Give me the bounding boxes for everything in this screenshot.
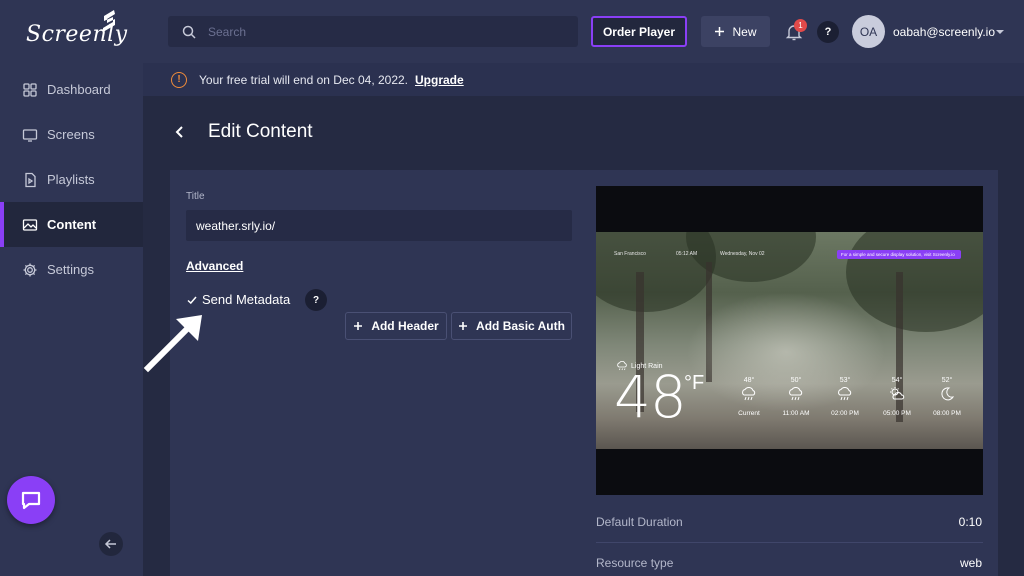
- order-player-button[interactable]: Order Player: [591, 16, 687, 47]
- preview-unit: °F: [684, 372, 705, 394]
- content-preview: San Francisco 05:12 AM Wednesday, Nov 02…: [596, 186, 983, 495]
- user-email[interactable]: oabah@screenly.io: [893, 25, 995, 39]
- default-duration-value: 0:10: [958, 515, 982, 529]
- top-bar: Order Player New 1 ? OA oabah@screenly.i…: [143, 0, 1024, 63]
- metadata-help-button[interactable]: ?: [305, 289, 327, 311]
- upgrade-link[interactable]: Upgrade: [415, 73, 464, 87]
- image-icon: [22, 217, 38, 233]
- help-button[interactable]: ?: [817, 21, 839, 43]
- logo-mark-icon: [103, 10, 115, 32]
- new-button-label: New: [732, 24, 757, 39]
- gear-icon: [22, 262, 38, 278]
- collapse-sidebar-button[interactable]: [99, 532, 123, 556]
- search-icon: [182, 25, 196, 39]
- forecast-label: 05:00 PM: [883, 410, 911, 417]
- new-button[interactable]: New: [701, 16, 770, 47]
- rain-icon: [789, 387, 803, 401]
- forecast-temp: 54°: [891, 377, 903, 384]
- sidebar-item-label: Playlists: [47, 172, 95, 187]
- sidebar-item-settings[interactable]: Settings: [0, 247, 143, 292]
- rain-icon: [742, 387, 756, 401]
- sidebar-item-label: Content: [47, 217, 97, 232]
- forecast-item: 54° 05:00 PM: [879, 377, 915, 417]
- divider: [596, 542, 983, 543]
- playlist-icon: [22, 172, 38, 188]
- sidebar: Screenly Dashboard Screens Playlists Con…: [0, 0, 143, 576]
- monitor-icon: [22, 127, 38, 143]
- resource-type-value: web: [959, 556, 982, 570]
- title-label: Title: [186, 191, 205, 202]
- checkmark-icon: [187, 296, 197, 304]
- forecast-label: 11:00 AM: [782, 410, 810, 417]
- forecast-item: 50° 11:00 AM: [778, 377, 814, 417]
- rain-icon: [838, 387, 852, 401]
- forecast-temp: 48°: [743, 377, 755, 384]
- forecast-temp: 53°: [839, 377, 851, 384]
- partly-cloudy-icon: [890, 387, 905, 400]
- warning-icon: !: [171, 71, 187, 88]
- sidebar-item-label: Screens: [47, 127, 95, 142]
- back-chevron-icon[interactable]: [170, 121, 190, 143]
- moon-icon: [941, 387, 955, 401]
- add-auth-label: Add Basic Auth: [476, 319, 565, 333]
- send-metadata-label: Send Metadata: [202, 292, 291, 307]
- title-input[interactable]: [186, 210, 572, 241]
- preview-date: Wednesday, Nov 02: [720, 251, 765, 257]
- plus-icon: [459, 322, 468, 330]
- sidebar-nav: Dashboard Screens Playlists Content Sett…: [0, 67, 143, 292]
- sidebar-item-playlists[interactable]: Playlists: [0, 157, 143, 202]
- forecast-label: 08:00 PM: [933, 410, 961, 417]
- forecast-item: 53° 02:00 PM: [827, 377, 863, 417]
- page-title: Edit Content: [208, 121, 313, 142]
- plus-icon: [354, 322, 363, 330]
- pointer-arrow-icon: [143, 315, 202, 373]
- arrow-left-icon: [104, 539, 116, 549]
- forecast-item: 48° Current: [731, 377, 767, 417]
- forecast-temp: 52°: [941, 377, 953, 384]
- send-metadata-checkbox[interactable]: Send Metadata: [186, 292, 290, 307]
- forecast-label: Current: [738, 410, 760, 417]
- preview-time: 05:12 AM: [676, 251, 698, 257]
- forecast-label: 02:00 PM: [831, 410, 859, 417]
- sidebar-item-content[interactable]: Content: [0, 202, 143, 247]
- add-basic-auth-button[interactable]: Add Basic Auth: [451, 312, 572, 340]
- weather-preview-image: San Francisco 05:12 AM Wednesday, Nov 02…: [596, 232, 983, 449]
- preview-location: San Francisco: [614, 251, 646, 257]
- screenly-logo[interactable]: Screenly: [24, 8, 127, 54]
- trial-banner: ! Your free trial will end on Dec 04, 20…: [143, 63, 1024, 96]
- add-header-label: Add Header: [371, 319, 439, 333]
- forecast-item: 52° 08:00 PM: [929, 377, 965, 417]
- sidebar-item-dashboard[interactable]: Dashboard: [0, 67, 143, 112]
- search-box[interactable]: [168, 16, 578, 47]
- forecast-temp: 50°: [790, 377, 802, 384]
- resource-type-label: Resource type: [596, 556, 674, 570]
- trial-message: Your free trial will end on Dec 04, 2022…: [199, 72, 409, 87]
- notification-badge: 1: [794, 19, 807, 32]
- sidebar-item-label: Dashboard: [47, 82, 111, 97]
- avatar[interactable]: OA: [852, 15, 885, 48]
- chat-bubble-icon: [21, 491, 41, 510]
- grid-icon: [22, 82, 38, 98]
- sidebar-item-label: Settings: [47, 262, 94, 277]
- chevron-down-icon[interactable]: [995, 27, 1005, 37]
- chat-button[interactable]: [7, 476, 55, 524]
- preview-temperature: 48: [614, 363, 687, 431]
- add-header-button[interactable]: Add Header: [345, 312, 447, 340]
- sidebar-item-screens[interactable]: Screens: [0, 112, 143, 157]
- advanced-link[interactable]: Advanced: [186, 259, 243, 273]
- default-duration-label: Default Duration: [596, 515, 683, 529]
- preview-promo: For a simple and secure display solution…: [837, 250, 961, 259]
- plus-icon: [715, 27, 725, 36]
- search-input[interactable]: [208, 24, 568, 39]
